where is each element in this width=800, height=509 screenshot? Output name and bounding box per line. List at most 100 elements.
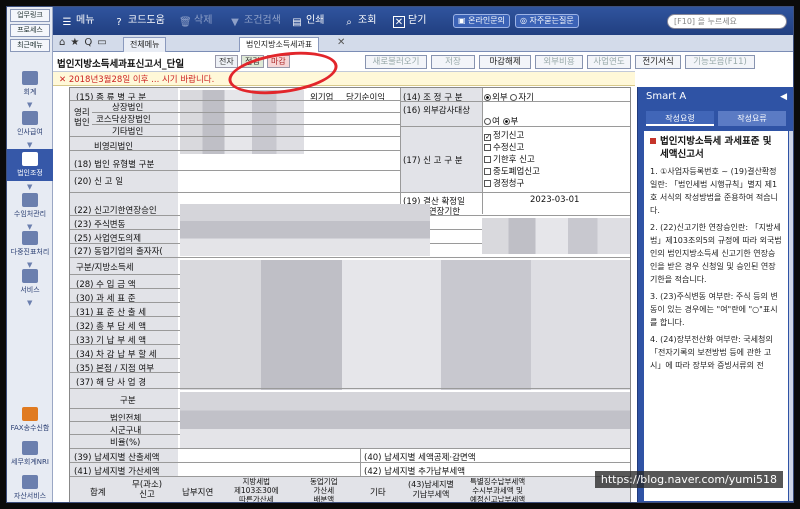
blog-watermark: https://blog.naver.com/yumi518 (594, 471, 783, 488)
delete-button[interactable]: 🗑 삭제 (179, 13, 212, 29)
check-regular-return[interactable]: ✓ 정기신고 (484, 129, 524, 141)
folder-icon[interactable]: ▭ (97, 37, 111, 48)
radio-external[interactable] (484, 94, 491, 101)
left-rail: 업무링크 프로세스 최근메뉴 회계 ▼ 인사급여 ▼ 법인조정 ▼ 수임처관리 … (7, 7, 53, 502)
fax-icon (22, 407, 38, 421)
faq-button[interactable]: ◎ 자주묻는질문 (515, 14, 579, 28)
col-total: 합계 (90, 488, 106, 498)
status-badge-electronic[interactable]: 전자 (215, 55, 238, 68)
checkbox-icon[interactable] (484, 156, 491, 163)
rail-item-label: 법인조정 (17, 169, 43, 177)
grid-line (70, 192, 630, 193)
checkbox-checked-icon[interactable]: ✓ (484, 134, 491, 141)
rail-tab-work-link[interactable]: 업무링크 (10, 9, 50, 22)
print-button[interactable]: ▤ 인쇄 (291, 13, 324, 29)
guide-heading: 법인지방소득세 과세표준 및 세액신고서 (650, 135, 782, 161)
grid-line (70, 408, 180, 409)
col-penalty-103: 지방세법 제103조30에 따른가산세 (234, 477, 279, 503)
redacted-area (482, 218, 630, 254)
inquiry-button[interactable]: ⌕ 조회 (343, 13, 376, 29)
menu-button[interactable]: ☰ 메뉴 (61, 13, 95, 29)
rail-item-tax-nri[interactable]: 세무회계NRI (7, 439, 53, 469)
radio-no[interactable] (502, 118, 510, 125)
radio-yes[interactable] (484, 118, 491, 125)
rail-item-fax[interactable]: FAX송수신함 (7, 405, 53, 435)
grid-line (400, 101, 630, 102)
chart-icon (22, 441, 38, 455)
online-inquiry-button[interactable]: ▣ 온라인문의 (453, 14, 510, 28)
tab-close-icon[interactable]: ✕ (337, 37, 345, 48)
stack-icon (22, 231, 38, 245)
star-icon[interactable]: ★ (70, 37, 84, 48)
tab-writing-errors[interactable]: 작성요류 (718, 111, 786, 126)
label-r16: (16) 외부감사대상 (403, 106, 471, 116)
code-help-button[interactable]: ? 코드도움 (113, 13, 164, 29)
guide-item: 2. (22)신고기한 연장승인란: 「지방세법」제103조의5의 규정에 따라… (650, 223, 782, 284)
fiscal-year-button[interactable]: 사업연도 (587, 55, 631, 69)
building-icon (22, 152, 38, 166)
document-title-bar: 법인지방소득세과표신고서_단일 전자 점검 마감 새로불러오기 저장 마감해제 … (53, 52, 635, 72)
briefcase-icon (22, 193, 38, 207)
rail-item-payroll[interactable]: 인사급여 (7, 109, 53, 139)
check-amended-return[interactable]: 수정신고 (484, 141, 524, 153)
tab-all-menu[interactable]: 전체메뉴 (123, 37, 167, 52)
label-r27: (27) 동업기업의 출자자( (74, 247, 163, 257)
grid-line (70, 344, 180, 345)
panel-scrollbar[interactable] (789, 131, 793, 501)
home-icon[interactable]: ⌂ (59, 37, 70, 48)
col-late-payment: 납부지연 (182, 488, 214, 498)
save-button[interactable]: 저장 (431, 55, 475, 69)
grid-line (70, 434, 180, 435)
function-collection-button[interactable]: 기능모음(F11) (685, 55, 755, 69)
search-icon[interactable]: Q (84, 37, 97, 48)
condition-search-button[interactable]: ▼ 조건검색 (229, 13, 281, 29)
col-other: 기타 (370, 488, 386, 498)
tab-writing-guide[interactable]: 작성요령 (646, 111, 714, 126)
rail-item-corp-adjust[interactable]: 법인조정 (7, 149, 53, 181)
guide-item: 1. ①사업자등록번호 ~ (19)결산확정일란: 「법인세법 시행규칙」별지 … (650, 167, 778, 215)
rail-item-multi-process[interactable]: 다중진표처리 (7, 229, 53, 259)
check-late-return[interactable]: 기한후 신고 (484, 153, 535, 165)
panel-close-icon[interactable]: ◀ (780, 92, 787, 102)
grid-line (70, 330, 180, 331)
rail-item-label: 수임처관리 (13, 210, 47, 218)
grid-line (482, 88, 483, 214)
tab-corp-local-tax[interactable]: 법인지방소득세과표 (239, 37, 320, 52)
check-correction-claim[interactable]: 경정청구 (484, 177, 524, 189)
rail-item-label: 세무회계NRI (11, 458, 49, 466)
page-title: 법인지방소득세과표신고서_단일 (57, 59, 185, 70)
unclose-button[interactable]: 마감해제 (479, 55, 531, 69)
tax-return-form: (15) 종 류 별 구 분 영리 법인 상장법인 코스닥상장법인 기타법인 비영… (69, 87, 631, 503)
person-icon (22, 111, 38, 125)
grid-line (70, 462, 630, 463)
rail-item-asset-service[interactable]: 자산서비스 (7, 473, 53, 502)
label-col-net-income: 당기순이익 (346, 93, 386, 103)
reload-button[interactable]: 새로불러오기 (365, 55, 427, 69)
rail-separator-icon: ▼ (27, 141, 33, 149)
label-r37: (37) 해 당 사 업 경 (76, 378, 147, 388)
rail-item-client-mgmt[interactable]: 수임처관리 (7, 191, 53, 221)
col-prepaid-tax: (43)납세지별 기납부세액 (408, 480, 454, 499)
checkbox-icon[interactable] (484, 168, 491, 175)
grid-line (70, 421, 180, 422)
monitor-icon (22, 269, 38, 283)
grid-line (70, 288, 180, 289)
rail-item-service[interactable]: 서비스 (7, 267, 53, 297)
rail-tab-recent[interactable]: 최근메뉴 (10, 39, 50, 52)
rail-item-label: FAX송수신함 (10, 424, 50, 432)
label-sub-head: 구분 (120, 396, 136, 406)
check-midterm-closing[interactable]: 중도폐업신고 (484, 165, 540, 177)
external-cost-button[interactable]: 외부비용 (535, 55, 583, 69)
checkbox-icon[interactable] (484, 144, 491, 151)
rail-item-accounting[interactable]: 회계 (7, 69, 53, 99)
closing-date-field[interactable]: 2023-03-01 (530, 195, 579, 205)
checkbox-icon[interactable] (484, 180, 491, 187)
rail-tab-process[interactable]: 프로세스 (10, 24, 50, 37)
label-r20: (20) 신 고 일 (74, 177, 124, 187)
close-button[interactable]: ✕ 닫기 (393, 13, 426, 29)
menu-search-input[interactable]: [F10] 을 누르세요 (667, 14, 787, 29)
rail-separator-icon: ▼ (27, 261, 33, 269)
prior-form-button[interactable]: 전기서식 (635, 55, 681, 69)
radio-self[interactable] (510, 94, 518, 101)
tab-bar: ⌂★Q▭ 전체메뉴 법인지방소득세과표 ✕ (53, 35, 793, 52)
